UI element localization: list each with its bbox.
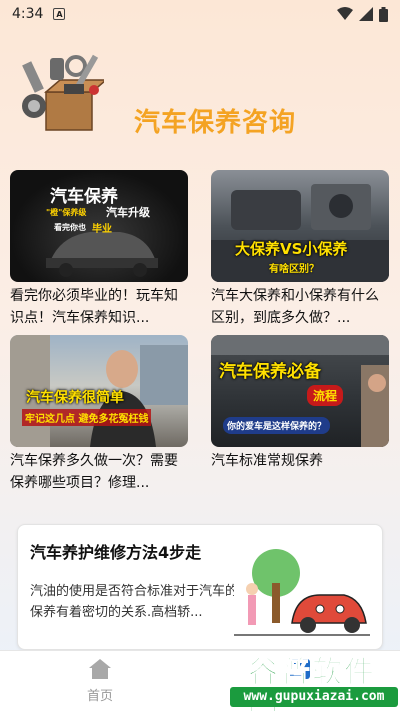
wifi-icon (337, 7, 353, 20)
watermark-url: www.gupuxiazai.com (230, 687, 398, 707)
video-thumbnail[interactable]: 汽车保养很简单 牢记这几点 避免多花冤枉钱 (10, 335, 188, 447)
article-image[interactable] (234, 543, 370, 643)
article-title[interactable]: 汽车养护维修方法4步走 (30, 539, 201, 563)
video-card[interactable]: 汽车保养 "橙"保养级 汽车升级 看完你也 毕业 看完你必须毕业的！玩车知识点！… (10, 170, 188, 329)
article-card[interactable]: 汽车养护维修方法4步走 汽油的使用是否符合标准对于汽车的保养有着密切的关系.高档… (17, 524, 383, 650)
video-card[interactable]: 汽车保养很简单 牢记这几点 避免多花冤枉钱 汽车保养多久做一次？需要保养哪些项目… (10, 335, 188, 494)
video-thumbnail[interactable]: 汽车保养 "橙"保养级 汽车升级 看完你也 毕业 (10, 170, 188, 282)
video-grid: 汽车保养 "橙"保养级 汽车升级 看完你也 毕业 看完你必须毕业的！玩车知识点！… (10, 170, 390, 494)
signal-icon (359, 7, 373, 21)
header: 汽车保养咨询 (0, 28, 400, 138)
home-icon (89, 658, 111, 679)
notification-icon: A (53, 8, 66, 20)
video-title[interactable]: 汽车标准常规保养 (211, 450, 389, 494)
video-card[interactable]: 汽车保养必备 流程 你的爱车是这样保养的？ 汽车标准常规保养 (211, 335, 389, 494)
video-thumbnail[interactable]: 汽车保养必备 流程 你的爱车是这样保养的？ (211, 335, 389, 447)
video-card[interactable]: 大保养VS小保养 有啥区别？ 汽车大保养和小保养有什么区别，到底多久做？... (211, 170, 389, 329)
video-title[interactable]: 汽车保养多久做一次？需要保养哪些项目？修理... (10, 450, 188, 494)
status-time: 4:34 (12, 6, 44, 22)
video-title[interactable]: 汽车大保养和小保养有什么区别，到底多久做？... (211, 285, 389, 329)
thumb-subline: 你的爱车是这样保养的？ (223, 417, 331, 434)
video-thumbnail[interactable]: 大保养VS小保养 有啥区别？ (211, 170, 389, 282)
tab-label: 首页 (86, 688, 113, 704)
car-parts-box-icon (22, 54, 104, 131)
thumb-headline: 汽车保养很简单 (26, 390, 124, 406)
article-excerpt: 汽油的使用是否符合标准对于汽车的保养有着密切的关系.高档轿... (30, 584, 239, 620)
page-title: 汽车保养咨询 (134, 108, 297, 138)
site-watermark: 谷普软件园 www.gupuxiazai.com (210, 645, 400, 711)
thumb-headline: 大保养VS小保养 (235, 240, 348, 258)
thumb-headline: 汽车保养必备 (219, 362, 321, 382)
video-title[interactable]: 看完你必须毕业的！玩车知识点！汽车保养知识... (10, 285, 188, 329)
thumb-subline: 牢记这几点 避免多花冤枉钱 (22, 409, 152, 426)
thumb-subline: 汽车升级 (106, 206, 150, 219)
thumb-subline: 有啥区别？ (269, 264, 319, 275)
status-bar: 4:34 A (0, 0, 400, 28)
broken-car-cartoon (234, 549, 370, 636)
thumb-tag: 流程 (307, 385, 344, 406)
thumb-tag: 看完你也 (54, 223, 86, 232)
tab-home[interactable]: 首页 (0, 651, 200, 711)
battery-icon (379, 6, 388, 22)
thumb-tag: 毕业 (92, 224, 112, 235)
thumb-subline: "橙"保养级 (46, 208, 87, 217)
